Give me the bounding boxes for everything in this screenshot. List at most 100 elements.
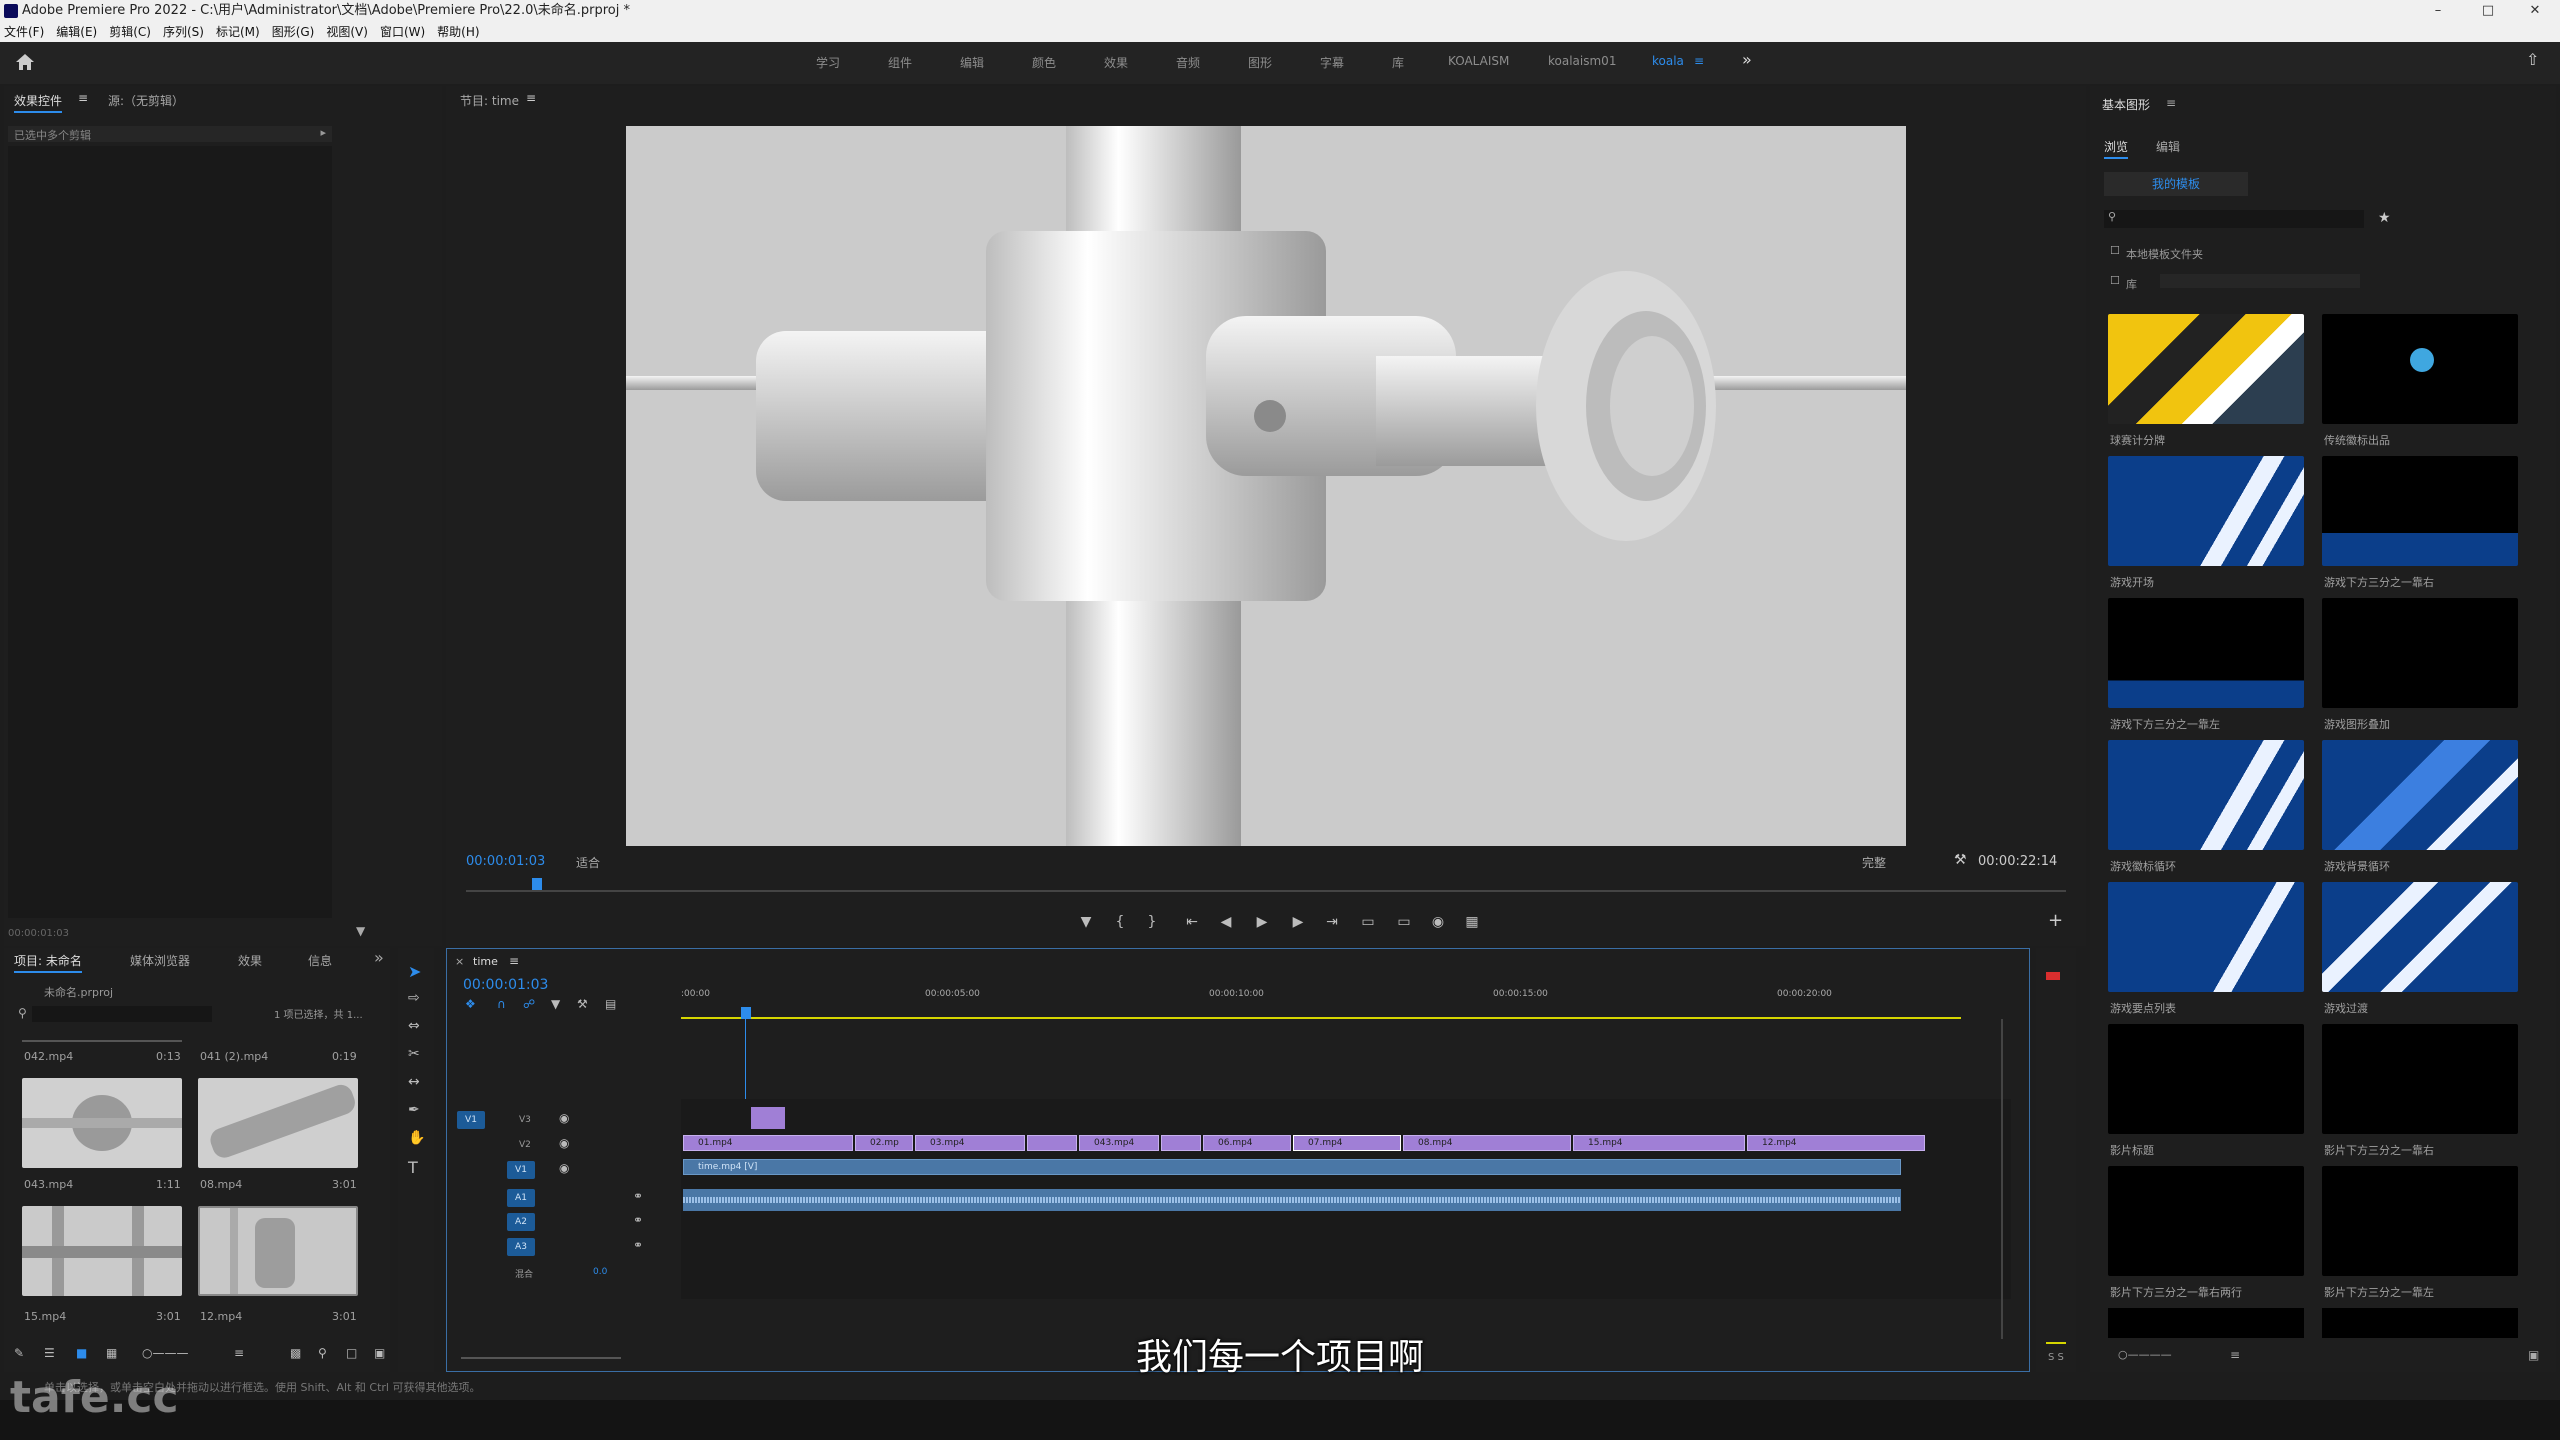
toggle-output-icon[interactable]: ◉	[559, 1111, 569, 1125]
program-playhead[interactable]	[532, 878, 542, 890]
clip-v3[interactable]	[751, 1107, 785, 1129]
filter-icon[interactable]: ▼	[356, 924, 365, 938]
quality-select[interactable]: 完整	[1862, 854, 1886, 871]
go-to-out-icon[interactable]: ⇥	[1322, 912, 1342, 932]
tab-effects[interactable]: 效果	[238, 952, 262, 969]
clip-v2[interactable]	[1027, 1135, 1077, 1151]
menu-help[interactable]: 帮助(H)	[437, 22, 479, 42]
menu-clip[interactable]: 剪辑(C)	[109, 22, 151, 42]
template-thumb[interactable]	[2108, 1166, 2304, 1276]
template-thumb[interactable]	[2322, 314, 2518, 424]
local-folder-checkbox[interactable]: ☐	[2110, 244, 2120, 257]
track-label-a2[interactable]: A2	[507, 1213, 535, 1231]
ripple-edit-tool-icon[interactable]: ⇔	[408, 1018, 420, 1034]
workspace-assembly[interactable]: 组件	[888, 54, 912, 71]
new-bin-icon[interactable]: □	[346, 1346, 357, 1360]
workspace-color[interactable]: 颜色	[1032, 54, 1056, 71]
sequence-tab[interactable]: time	[473, 955, 498, 968]
workspace-koalaism01[interactable]: koalaism01	[1548, 54, 1616, 68]
timeline-timecode[interactable]: 00:00:01:03	[463, 977, 548, 993]
timeline-zoom-scrollbar[interactable]	[461, 1357, 621, 1359]
track-label-a1[interactable]: A1	[507, 1189, 535, 1207]
tab-media-browser[interactable]: 媒体浏览器	[130, 952, 190, 969]
comparison-view-icon[interactable]: ▦	[1462, 912, 1482, 932]
template-thumb[interactable]	[2108, 740, 2304, 850]
mark-in-icon[interactable]: {	[1110, 912, 1130, 932]
template-thumb[interactable]	[2322, 456, 2518, 566]
star-icon[interactable]: ★	[2378, 210, 2391, 226]
tab-effect-controls[interactable]: 效果控件	[14, 92, 63, 113]
library-checkbox[interactable]: ☐	[2110, 274, 2120, 287]
lift-icon[interactable]: ▭	[1358, 912, 1378, 932]
mark-out-icon[interactable]: }	[1142, 912, 1162, 932]
workspace-koalaism[interactable]: KOALAISM	[1448, 54, 1509, 68]
freeform-view-icon[interactable]: ▦	[106, 1346, 117, 1360]
pen-tool-icon[interactable]: ✒	[408, 1102, 420, 1118]
clip-v2[interactable]: 15.mp4	[1573, 1135, 1745, 1151]
wrench-icon[interactable]: ⚒	[1954, 852, 1967, 868]
tab-info[interactable]: 信息	[308, 952, 332, 969]
share-icon[interactable]: ⇧	[2526, 50, 2539, 69]
template-thumb[interactable]	[2108, 1024, 2304, 1134]
library-select[interactable]	[2160, 274, 2360, 288]
template-thumb[interactable]	[2322, 1308, 2518, 1338]
menu-marker[interactable]: 标记(M)	[216, 22, 260, 42]
menu-sequence[interactable]: 序列(S)	[163, 22, 204, 42]
clip-v2[interactable]: 08.mp4	[1403, 1135, 1571, 1151]
sort-icon[interactable]: ≡	[2230, 1348, 2240, 1362]
clip-v2[interactable]	[1161, 1135, 1201, 1151]
program-menu-icon[interactable]: ≡	[526, 91, 536, 105]
template-thumb[interactable]	[2108, 882, 2304, 992]
workspace-audio[interactable]: 音频	[1176, 54, 1200, 71]
more-tabs-icon[interactable]: »	[374, 948, 384, 967]
essential-menu-icon[interactable]: ≡	[2166, 96, 2176, 110]
razor-tool-icon[interactable]: ✂	[408, 1046, 420, 1062]
template-thumb[interactable]	[2322, 882, 2518, 992]
close-button[interactable]: ✕	[2512, 0, 2558, 22]
zoom-fit-select[interactable]: 适合	[576, 854, 600, 871]
minimize-button[interactable]: –	[2415, 0, 2461, 22]
template-thumb[interactable]	[2322, 1024, 2518, 1134]
snap-icon[interactable]: ∩	[497, 997, 506, 1011]
list-view-icon[interactable]: ☰	[44, 1346, 55, 1360]
work-area-bar[interactable]	[681, 1017, 1961, 1019]
workspace-editing[interactable]: 编辑	[960, 54, 984, 71]
voice-over-icon[interactable]: ⚭	[633, 1238, 643, 1252]
thumb-size-slider[interactable]: ○————	[2118, 1348, 2172, 1361]
icon-view-icon[interactable]: ■	[76, 1346, 87, 1360]
template-search-input[interactable]	[2104, 210, 2364, 228]
workspace-menu-icon[interactable]: ≡	[1694, 54, 1704, 68]
expand-arrow-icon[interactable]: ▸	[320, 126, 326, 139]
captions-icon[interactable]: ▤	[605, 997, 616, 1011]
mix-value[interactable]: 0.0	[593, 1267, 607, 1277]
program-scrubber[interactable]	[466, 890, 2066, 892]
more-workspaces-icon[interactable]: »	[1742, 50, 1752, 69]
panel-menu-icon[interactable]: ≡	[78, 91, 88, 105]
add-marker-icon[interactable]: ▼	[1076, 912, 1096, 932]
find-icon[interactable]: ⚲	[318, 1346, 327, 1360]
template-thumb[interactable]	[2108, 1308, 2304, 1338]
new-layer-icon[interactable]: ▣	[2528, 1348, 2539, 1362]
clip-v2[interactable]: 07.mp4	[1293, 1135, 1401, 1151]
track-label-a3[interactable]: A3	[507, 1238, 535, 1256]
maximize-button[interactable]: □	[2465, 0, 2511, 22]
menu-edit[interactable]: 编辑(E)	[56, 22, 97, 42]
time-ruler[interactable]: :00:00 00:00:05:00 00:00:10:00 00:00:15:…	[681, 989, 2011, 1009]
nest-icon[interactable]: ❖	[465, 997, 476, 1011]
hand-tool-icon[interactable]: ✋	[408, 1130, 425, 1146]
template-thumb[interactable]	[2108, 314, 2304, 424]
workspace-koala[interactable]: koala	[1652, 54, 1684, 68]
tab-edit[interactable]: 编辑	[2156, 138, 2180, 155]
clip-v2[interactable]: 03.mp4	[915, 1135, 1025, 1151]
linked-selection-icon[interactable]: ☍	[523, 997, 535, 1011]
list-item[interactable]	[198, 1206, 358, 1296]
vertical-scrollbar[interactable]	[2001, 1019, 2003, 1339]
workspace-learning[interactable]: 学习	[816, 54, 840, 71]
project-search-input[interactable]	[32, 1006, 212, 1022]
program-timecode[interactable]: 00:00:01:03	[466, 854, 545, 869]
clip-v2[interactable]: 01.mp4	[683, 1135, 853, 1151]
menu-file[interactable]: 文件(F)	[4, 22, 44, 42]
new-item-icon[interactable]: ▣	[374, 1346, 385, 1360]
list-item[interactable]	[22, 1078, 182, 1168]
extract-icon[interactable]: ▭	[1394, 912, 1414, 932]
